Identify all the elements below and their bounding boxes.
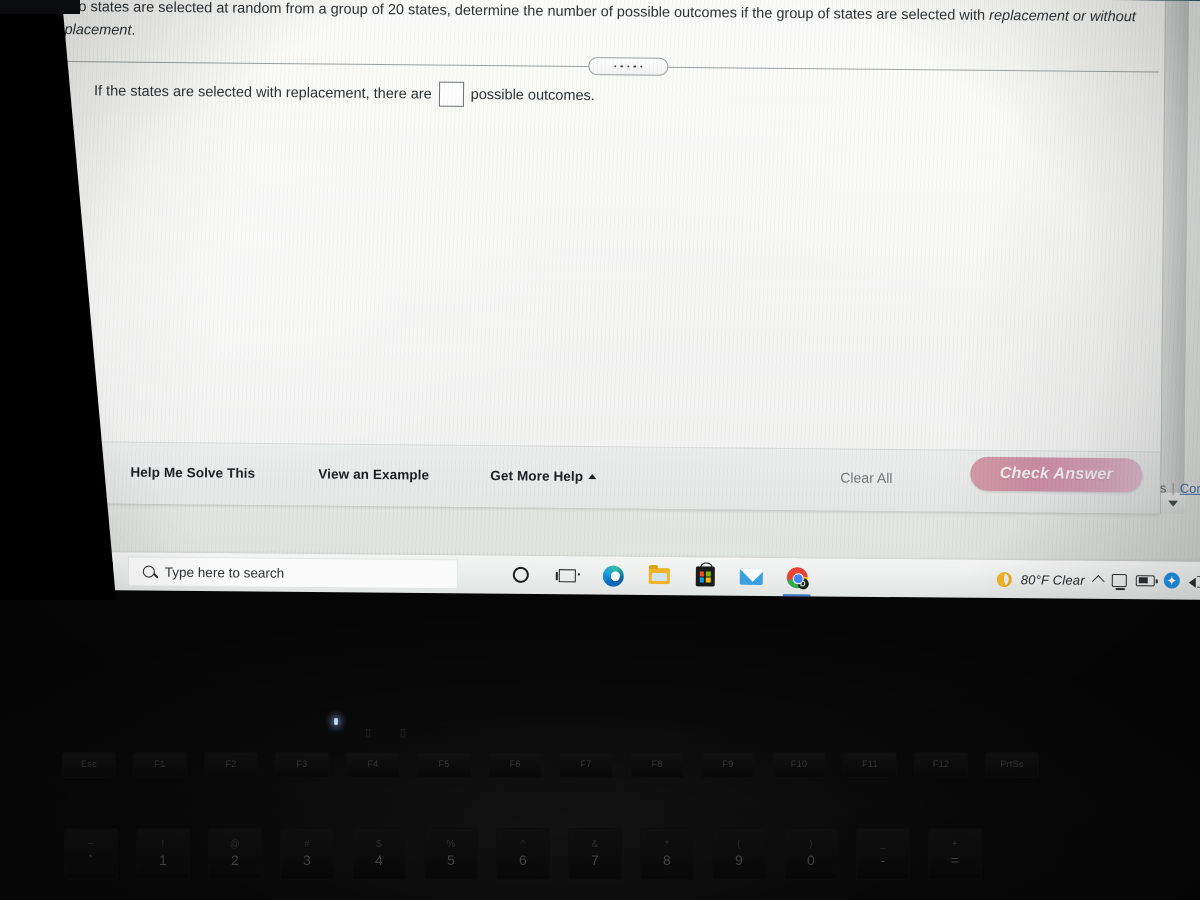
microsoft-store-icon [695, 566, 715, 587]
key-6[interactable]: ^ 6 [496, 828, 550, 880]
dot-4 [633, 65, 637, 68]
edge-icon [602, 565, 624, 587]
answer-input[interactable] [438, 81, 464, 107]
get-more-help-button[interactable]: Get More Help [490, 468, 597, 485]
photo-of-laptop-screen: ▯ ▯ Esc F1 F2 F3 F4 F5 F6 F7 F8 F9 F10 F… [0, 0, 1200, 900]
question-prompt-period: . [131, 23, 136, 40]
key-f4[interactable]: F4 [346, 752, 400, 778]
screen-surface: If two states are selected at random fro… [0, 0, 1200, 594]
chrome-icon: D [786, 566, 809, 589]
key-4[interactable]: $4 [352, 828, 406, 880]
key-prtsc[interactable]: PrtSc [985, 752, 1039, 778]
key-equals[interactable]: + = [928, 828, 982, 880]
question-prompt-text: If two states are selected at random fro… [51, 0, 990, 24]
cortana-icon [512, 566, 529, 583]
clipped-footer-link: s | Cont [1160, 481, 1200, 496]
volume-icon[interactable] [1189, 574, 1200, 588]
key-f3[interactable]: F3 [275, 752, 329, 778]
key-f6[interactable]: F6 [488, 752, 542, 778]
active-window-indicator [782, 593, 811, 597]
key-8[interactable]: * 8 [640, 828, 694, 880]
mail-taskbar-button[interactable] [730, 558, 772, 596]
key-9[interactable]: (9 [712, 828, 766, 880]
laptop-screen: If two states are selected at random fro… [0, 0, 1200, 594]
mail-icon [739, 568, 763, 585]
battery-icon[interactable] [1135, 574, 1155, 586]
question-action-bar: Help Me Solve This View an Example Get M… [45, 440, 1161, 514]
system-tray: 80°F Clear ✦ [996, 571, 1200, 589]
search-icon [142, 565, 155, 578]
chrome-badge: D [797, 577, 809, 589]
continue-link[interactable]: Cont [1180, 481, 1200, 496]
chevron-up-icon[interactable] [1091, 575, 1105, 588]
kb-indicator-glyph-a: ▯ [365, 727, 372, 739]
caret-up-icon [588, 474, 597, 480]
taskbar-icon-group: D [500, 556, 818, 597]
screen-bezel-top [0, 0, 80, 14]
answer-statement: If the states are selected with replacem… [94, 78, 595, 108]
file-explorer-taskbar-button[interactable] [638, 557, 680, 595]
key-f12[interactable]: F12 [914, 752, 968, 778]
dot-2 [620, 65, 624, 68]
chevron-down-icon [1168, 500, 1179, 507]
clipped-separator: | [1171, 480, 1175, 496]
key-1[interactable]: ! 1 [136, 828, 190, 880]
key-f1[interactable]: F1 [133, 752, 187, 778]
task-view-icon [558, 568, 576, 582]
key-f11[interactable]: F11 [843, 752, 897, 778]
answer-suffix-label: possible outcomes. [470, 86, 595, 104]
assignment-page: If two states are selected at random fro… [45, 0, 1189, 514]
dot-3 [627, 65, 630, 68]
check-answer-label: Check Answer [999, 465, 1114, 484]
dot-1 [614, 65, 617, 68]
clipped-trailing-text: s [1159, 480, 1167, 496]
bluetooth-icon[interactable]: ✦ [1163, 572, 1180, 589]
dot-5 [640, 65, 643, 68]
key-esc[interactable]: Esc [62, 752, 116, 778]
keyboard-function-row: Esc F1 F2 F3 F4 F5 F6 F7 F8 F9 F10 F11 F… [62, 752, 1039, 778]
view-an-example-button[interactable]: View an Example [318, 466, 429, 482]
key-3[interactable]: #3 [280, 828, 334, 880]
key-minus[interactable]: _ - [856, 828, 910, 880]
answer-prefix-label: If the states are selected with replacem… [93, 82, 432, 103]
key-7[interactable]: & 7 [568, 828, 622, 880]
help-me-solve-this-button[interactable]: Help Me Solve This [130, 465, 255, 481]
expand-collapse-button[interactable] [588, 57, 669, 76]
key-5[interactable]: % 5 [424, 828, 478, 880]
network-icon[interactable] [1111, 573, 1127, 587]
key-f7[interactable]: F7 [559, 752, 613, 778]
edge-taskbar-button[interactable] [592, 556, 634, 594]
key-f5[interactable]: F5 [417, 752, 471, 778]
cortana-button[interactable] [500, 556, 542, 594]
get-more-help-label: Get More Help [490, 468, 584, 485]
task-view-button[interactable] [546, 556, 588, 594]
weather-status[interactable]: 80°F Clear [1021, 572, 1085, 588]
key-f2[interactable]: F2 [204, 752, 258, 778]
key-0[interactable]: ) 0 [784, 828, 838, 880]
chrome-taskbar-button[interactable]: D [776, 558, 818, 597]
kb-indicator-glyph-b: ▯ [400, 727, 407, 739]
key-f8[interactable]: F8 [630, 752, 684, 778]
key-backtick[interactable]: ~ ` [64, 828, 118, 880]
search-placeholder: Type here to search [164, 564, 285, 581]
key-f10[interactable]: F10 [772, 752, 826, 778]
section-divider [54, 52, 1160, 81]
power-led-indicator [334, 718, 338, 725]
key-f9[interactable]: F9 [701, 752, 755, 778]
file-explorer-icon [648, 567, 670, 585]
page-scrollbar[interactable] [1160, 0, 1189, 514]
check-answer-button[interactable]: Check Answer [970, 456, 1143, 493]
taskbar-search-box[interactable]: Type here to search [127, 556, 458, 590]
keyboard-number-row: ~ ` ! 1 @2 #3 $4 % 5 ^ 6 & 7 * 8 (9 ) 0 _ - + = [64, 828, 982, 880]
clear-all-button[interactable]: Clear All [840, 469, 892, 485]
microsoft-store-taskbar-button[interactable] [684, 557, 726, 595]
moon-icon [996, 571, 1012, 587]
question-prompt: If two states are selected at random fro… [39, 0, 1174, 54]
key-2[interactable]: @2 [208, 828, 262, 880]
